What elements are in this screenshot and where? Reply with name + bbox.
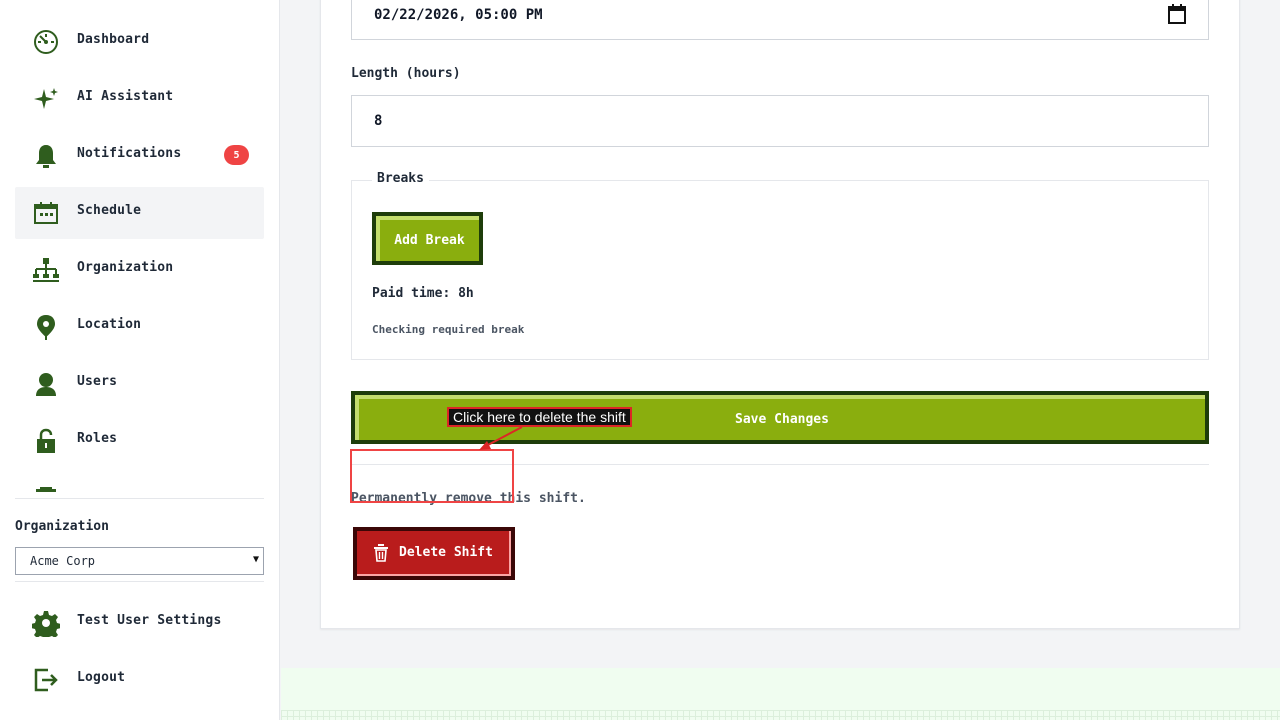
sidebar-item-label: Location [77,317,142,332]
sparkle-icon [30,85,62,113]
sidebar-item-label: Roles [77,431,118,446]
sidebar-item-dashboard[interactable]: Dashboard [15,16,264,68]
checking-break-text: Checking required break [372,323,525,336]
lock-icon [30,427,62,455]
gear-icon [30,609,62,637]
sidebar-item-label: Notifications [77,146,182,161]
more-icon [30,484,62,492]
start-datetime-input[interactable]: 02/22/2026, 05:00 PM [351,0,1209,40]
calendar-icon [30,199,62,227]
length-label: Length (hours) [351,66,461,81]
length-hours-value: 8 [374,113,383,129]
sidebar-item-notifications[interactable]: Notifications 5 [15,130,264,182]
bell-icon [30,142,62,170]
add-break-label: Add Break [376,216,479,261]
organization-select-value: Acme Corp [30,554,96,568]
sidebar-item-label: AI Assistant [77,89,174,104]
sidebar-item-label: Users [77,374,118,389]
sidebar-item-more[interactable] [15,472,264,492]
delete-shift-label: Delete Shift [399,545,493,560]
sidebar-item-roles[interactable]: Roles [15,415,264,467]
notification-count-badge: 5 [224,145,249,165]
sidebar-item-users[interactable]: Users [15,358,264,410]
dashboard-icon [30,28,62,56]
footer-strip [281,668,1280,720]
sidebar-item-label: Organization [77,260,174,275]
trash-icon [373,543,389,562]
user-icon [30,370,62,398]
delete-shift-button[interactable]: Delete Shift [353,527,515,580]
sidebar-divider [15,498,264,499]
logout-icon [30,666,62,694]
sidebar-item-label: Logout [77,670,126,685]
map-pin-icon [30,313,62,341]
organization-select[interactable]: Acme Corp ▼ [15,547,264,575]
sidebar-divider [15,581,264,582]
paid-time-text: Paid time: 8h [372,286,474,301]
organization-label: Organization [15,519,109,534]
sidebar-item-settings[interactable]: Test User Settings [15,597,264,649]
length-hours-input[interactable]: 8 [351,95,1209,147]
sidebar-item-label: Test User Settings [77,613,222,628]
start-datetime-value: 02/22/2026, 05:00 PM [374,7,543,23]
chevron-down-icon: ▼ [252,554,259,565]
sidebar-item-ai-assistant[interactable]: AI Assistant [15,73,264,125]
add-break-button[interactable]: Add Break [372,212,483,265]
breaks-legend: Breaks [372,171,429,186]
sidebar-item-logout[interactable]: Logout [15,654,264,706]
sidebar-nav: Dashboard AI Assistant Notifications 5 S… [15,0,264,492]
sidebar: Dashboard AI Assistant Notifications 5 S… [0,0,280,720]
sidebar-item-location[interactable]: Location [15,301,264,353]
annotation-highlight-box [350,449,514,503]
calendar-picker-icon[interactable] [1168,4,1186,24]
sidebar-item-label: Schedule [77,203,142,218]
annotation-hint: Click here to delete the shift [447,407,632,427]
sidebar-item-schedule[interactable]: Schedule [15,187,264,239]
sidebar-item-organization[interactable]: Organization [15,244,264,296]
org-chart-icon [30,256,62,284]
sidebar-item-label: Dashboard [77,32,150,47]
